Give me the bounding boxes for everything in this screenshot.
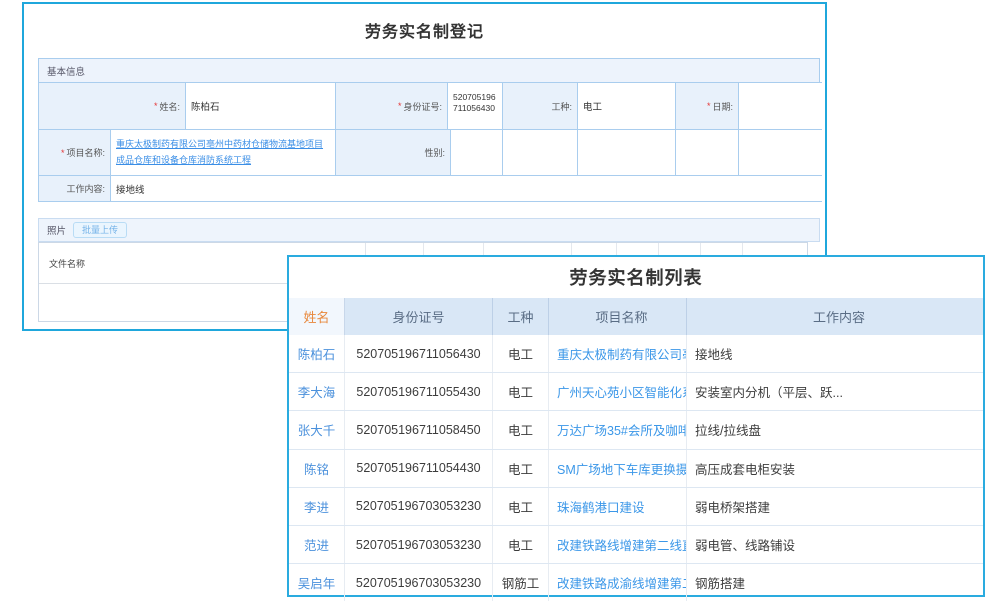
work-content-label: 工作内容: bbox=[39, 176, 111, 201]
column-header-0[interactable]: 姓名 bbox=[289, 298, 345, 335]
column-header-1[interactable]: 身份证号 bbox=[345, 298, 493, 335]
table-row: 张大千520705196711058450电工万达广场35#会所及咖啡...拉线… bbox=[289, 410, 983, 448]
registration-form: * 姓名: 陈柏石 * 身份证号: 520705196711056430 工种:… bbox=[38, 82, 822, 202]
name-cell[interactable]: 陈柏石 bbox=[289, 335, 345, 372]
name-cell[interactable]: 张大千 bbox=[289, 411, 345, 448]
required-asterisk: * bbox=[398, 101, 402, 111]
project-link-cell[interactable]: 广州天心苑小区智能化系... bbox=[549, 373, 687, 410]
basic-info-section-header: 基本信息 bbox=[38, 58, 820, 83]
project-link[interactable]: 重庆太极制药有限公司亳州中药材仓储物流基地项目成品仓库和设备仓库消防系统工程 bbox=[116, 137, 330, 168]
file-name-column-header: 文件名称 bbox=[39, 257, 85, 270]
required-asterisk: * bbox=[707, 101, 711, 111]
table-row: 陈铭520705196711054430电工SM广场地下车库更换摄...高压成套… bbox=[289, 449, 983, 487]
photo-section-header: 照片 批量上传 bbox=[38, 218, 820, 242]
work-type-cell: 钢筋工 bbox=[493, 564, 549, 601]
name-cell[interactable]: 吴启年 bbox=[289, 564, 345, 601]
work-type-cell: 电工 bbox=[493, 411, 549, 448]
registration-title: 劳务实名制登记 bbox=[24, 18, 825, 42]
name-cell[interactable]: 陈铭 bbox=[289, 450, 345, 487]
table-row: 吴启年520705196703053230钢筋工改建铁路成渝线增建第二...钢筋… bbox=[289, 563, 983, 601]
table-row: 陈柏石520705196711056430电工重庆太极制药有限公司亳...接地线 bbox=[289, 335, 983, 372]
basic-info-label: 基本信息 bbox=[47, 64, 85, 78]
required-asterisk: * bbox=[154, 101, 158, 111]
work-type-cell: 电工 bbox=[493, 488, 549, 525]
form-row-3: 工作内容: 接地线 bbox=[39, 175, 821, 201]
photo-label: 照片 bbox=[47, 223, 66, 237]
work-content-cell: 安装室内分机（平层、跃... bbox=[687, 373, 983, 410]
id-cell: 520705196703053230 bbox=[345, 526, 493, 563]
column-header-3[interactable]: 项目名称 bbox=[549, 298, 687, 335]
id-number-field[interactable]: 520705196711056430 bbox=[448, 83, 503, 129]
id-cell: 520705196703053230 bbox=[345, 488, 493, 525]
work-type-cell: 电工 bbox=[493, 450, 549, 487]
project-link-cell[interactable]: 改建铁路成渝线增建第二... bbox=[549, 564, 687, 601]
table-row: 李进520705196703053230电工珠海鹤港口建设弱电桥架搭建 bbox=[289, 487, 983, 525]
id-cell: 520705196703053230 bbox=[345, 564, 493, 601]
work-type-label: 工种: bbox=[503, 83, 578, 129]
list-title: 劳务实名制列表 bbox=[289, 257, 983, 298]
empty-cell bbox=[739, 130, 823, 175]
list-header-row: 姓名身份证号工种项目名称工作内容 bbox=[289, 298, 983, 335]
column-header-4[interactable]: 工作内容 bbox=[687, 298, 983, 335]
date-label: * 日期: bbox=[676, 83, 739, 129]
work-content-field[interactable]: 接地线 bbox=[111, 176, 823, 201]
work-content-cell: 接地线 bbox=[687, 335, 983, 372]
work-type-cell: 电工 bbox=[493, 335, 549, 372]
batch-upload-button[interactable]: 批量上传 bbox=[73, 222, 127, 239]
id-cell: 520705196711058450 bbox=[345, 411, 493, 448]
gender-label: 性别: bbox=[336, 130, 451, 175]
project-link-cell[interactable]: 万达广场35#会所及咖啡... bbox=[549, 411, 687, 448]
project-link-cell[interactable]: SM广场地下车库更换摄... bbox=[549, 450, 687, 487]
gender-field[interactable] bbox=[451, 130, 503, 175]
work-content-cell: 钢筋搭建 bbox=[687, 564, 983, 601]
project-label: * 项目名称: bbox=[39, 130, 111, 175]
empty-cell bbox=[676, 130, 739, 175]
required-asterisk: * bbox=[61, 148, 65, 158]
id-cell: 520705196711055430 bbox=[345, 373, 493, 410]
table-row: 李大海520705196711055430电工广州天心苑小区智能化系...安装室… bbox=[289, 372, 983, 410]
work-content-cell: 拉线/拉线盘 bbox=[687, 411, 983, 448]
form-row-1: * 姓名: 陈柏石 * 身份证号: 520705196711056430 工种:… bbox=[39, 83, 821, 129]
empty-cell bbox=[503, 130, 578, 175]
name-label: * 姓名: bbox=[39, 83, 186, 129]
table-row: 范进520705196703053230电工改建铁路线增建第二线直...弱电管、… bbox=[289, 525, 983, 563]
work-type-field[interactable]: 电工 bbox=[578, 83, 676, 129]
project-link-cell[interactable]: 改建铁路线增建第二线直... bbox=[549, 526, 687, 563]
work-content-cell: 弱电桥架搭建 bbox=[687, 488, 983, 525]
project-link-cell[interactable]: 珠海鹤港口建设 bbox=[549, 488, 687, 525]
name-cell[interactable]: 李大海 bbox=[289, 373, 345, 410]
work-type-cell: 电工 bbox=[493, 373, 549, 410]
name-cell[interactable]: 李进 bbox=[289, 488, 345, 525]
work-type-cell: 电工 bbox=[493, 526, 549, 563]
date-field[interactable] bbox=[739, 83, 823, 129]
work-content-cell: 弱电管、线路铺设 bbox=[687, 526, 983, 563]
empty-cell bbox=[578, 130, 676, 175]
name-cell[interactable]: 范进 bbox=[289, 526, 345, 563]
id-cell: 520705196711056430 bbox=[345, 335, 493, 372]
list-panel: 劳务实名制列表 姓名身份证号工种项目名称工作内容 陈柏石520705196711… bbox=[287, 255, 985, 597]
work-content-cell: 高压成套电柜安装 bbox=[687, 450, 983, 487]
project-field: 重庆太极制药有限公司亳州中药材仓储物流基地项目成品仓库和设备仓库消防系统工程 bbox=[111, 130, 336, 175]
id-cell: 520705196711054430 bbox=[345, 450, 493, 487]
form-row-2: * 项目名称: 重庆太极制药有限公司亳州中药材仓储物流基地项目成品仓库和设备仓库… bbox=[39, 129, 821, 175]
list-body: 陈柏石520705196711056430电工重庆太极制药有限公司亳...接地线… bbox=[289, 335, 983, 601]
column-header-2[interactable]: 工种 bbox=[493, 298, 549, 335]
id-number-label: * 身份证号: bbox=[336, 83, 448, 129]
project-link-cell[interactable]: 重庆太极制药有限公司亳... bbox=[549, 335, 687, 372]
name-field[interactable]: 陈柏石 bbox=[186, 83, 336, 129]
